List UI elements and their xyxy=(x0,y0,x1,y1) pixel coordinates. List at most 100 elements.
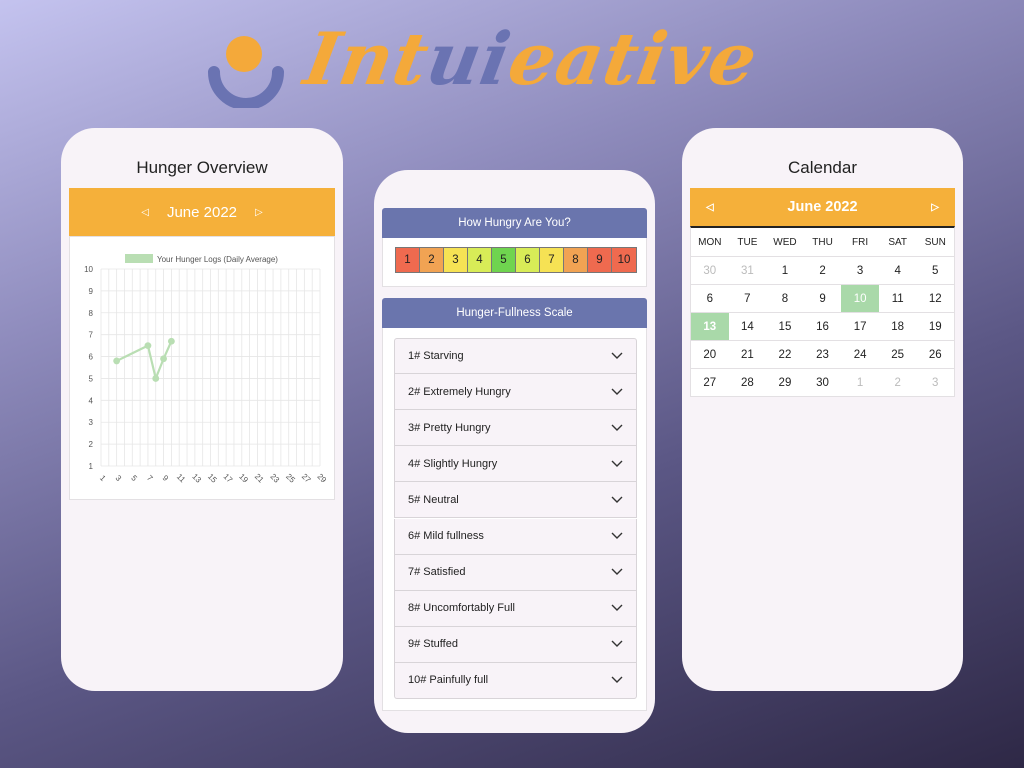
y-tick-label: 5 xyxy=(89,374,94,383)
hunger-rating-option[interactable]: 3 xyxy=(444,248,468,272)
calendar-day[interactable]: 5 xyxy=(916,257,954,284)
hunger-rating-option[interactable]: 1 xyxy=(396,248,420,272)
calendar-day[interactable]: 20 xyxy=(691,341,729,368)
calendar-day[interactable]: 22 xyxy=(766,341,804,368)
fullness-scale-item[interactable]: 8# Uncomfortably Full xyxy=(394,590,637,627)
chevron-right-icon[interactable]: ▷ xyxy=(255,207,263,218)
y-tick-label: 9 xyxy=(89,287,94,296)
calendar-day[interactable]: 12 xyxy=(916,285,954,312)
calendar-day[interactable]: 15 xyxy=(766,313,804,340)
y-tick-label: 10 xyxy=(84,265,93,274)
calendar-day[interactable]: 3 xyxy=(841,257,879,284)
calendar-day[interactable]: 29 xyxy=(766,369,804,396)
calendar-day[interactable]: 26 xyxy=(916,341,954,368)
hunger-rating-option[interactable]: 6 xyxy=(516,248,540,272)
fullness-scale-item[interactable]: 7# Satisfied xyxy=(394,554,637,591)
calendar-day[interactable]: 2 xyxy=(879,369,917,396)
calendar-day[interactable]: 31 xyxy=(729,257,767,284)
calendar-day[interactable]: 2 xyxy=(804,257,842,284)
x-tick-label: 9 xyxy=(161,473,171,483)
calendar-day[interactable]: 4 xyxy=(879,257,917,284)
fullness-scale-item-label: 3# Pretty Hungry xyxy=(408,421,491,434)
calendar-day[interactable]: 1 xyxy=(841,369,879,396)
calendar-day[interactable]: 18 xyxy=(879,313,917,340)
legend-swatch xyxy=(125,254,153,263)
fullness-scale-item[interactable]: 9# Stuffed xyxy=(394,626,637,663)
fullness-scale-item[interactable]: 5# Neutral xyxy=(394,482,637,519)
fullness-scale-item[interactable]: 1# Starving xyxy=(394,338,637,374)
calendar-day-logged[interactable]: 10 xyxy=(841,285,879,312)
calendar-day[interactable]: 24 xyxy=(841,341,879,368)
calendar-day[interactable]: 30 xyxy=(804,369,842,396)
y-tick-label: 7 xyxy=(89,331,94,340)
fullness-scale-item[interactable]: 2# Extremely Hungry xyxy=(394,374,637,411)
fullness-scale-item-label: 4# Slightly Hungry xyxy=(408,457,498,470)
calendar-day[interactable]: 25 xyxy=(879,341,917,368)
hunger-rating-option[interactable]: 5 xyxy=(492,248,516,272)
y-tick-label: 1 xyxy=(89,462,94,471)
hunger-line-chart: Your Hunger Logs (Daily Average)12345678… xyxy=(84,254,328,485)
weekday-header-row: MON TUE WED THU FRI SAT SUN xyxy=(691,228,954,256)
fullness-scale-item-label: 2# Extremely Hungry xyxy=(408,385,511,398)
hunger-rating-panel: 1 2 3 4 5 6 7 8 9 10 xyxy=(382,238,647,287)
hunger-chart-card: Your Hunger Logs (Daily Average) 1 2 3 4 5 6 7 8… xyxy=(69,236,335,500)
weekday-label: THU xyxy=(812,236,833,248)
hunger-overview-screen: Hunger Overview ◁ June 2022 ▷ Your Hunge… xyxy=(61,128,343,691)
calendar-day[interactable]: 16 xyxy=(804,313,842,340)
data-point xyxy=(160,355,167,363)
chevron-left-icon[interactable]: ◁ xyxy=(706,202,714,213)
fullness-scale-item[interactable]: 4# Slightly Hungry xyxy=(394,446,637,483)
fullness-scale-item-label: 5# Neutral xyxy=(408,493,459,506)
hunger-rating-option[interactable]: 9 xyxy=(588,248,612,272)
fullness-scale-panel: 1# Starving 2# Extremely Hungry 3# Pretty … xyxy=(382,328,647,711)
fullness-scale-item-label: 6# Mild fullness xyxy=(408,530,484,542)
calendar-day-logged[interactable]: 13 xyxy=(691,313,729,340)
hunger-rating-option[interactable]: 7 xyxy=(540,248,564,272)
chevron-down-icon xyxy=(611,640,623,648)
x-tick-label: 13 xyxy=(190,472,203,485)
fullness-scale-item-label: 8# Uncomfortably Full xyxy=(408,602,515,615)
hunger-rating-option[interactable]: 8 xyxy=(564,248,588,272)
weekday-label: TUE xyxy=(737,236,758,248)
chevron-right-icon[interactable]: ▷ xyxy=(931,202,939,213)
chevron-down-icon xyxy=(611,388,623,395)
calendar-day[interactable]: 9 xyxy=(804,285,842,312)
x-tick-label: 21 xyxy=(253,472,266,485)
calendar-day[interactable]: 21 xyxy=(729,341,767,368)
y-tick-label: 3 xyxy=(89,418,94,427)
calendar-day[interactable]: 3 xyxy=(916,369,954,396)
chevron-down-icon xyxy=(611,496,623,503)
fullness-scale-item-label: 7# Satisfied xyxy=(408,566,466,579)
month-label: June 2022 xyxy=(166,203,238,221)
x-tick-label: 29 xyxy=(315,472,328,485)
hunger-rating-option[interactable]: 10 xyxy=(612,248,636,272)
fullness-scale-item[interactable]: 6# Mild fullness xyxy=(394,518,637,555)
chevron-down-icon xyxy=(611,532,623,539)
calendar-day[interactable]: 6 xyxy=(691,285,729,312)
hunger-rating-option[interactable]: 4 xyxy=(468,248,492,272)
x-tick-label: 27 xyxy=(300,472,313,485)
legend-label: Your Hunger Logs (Daily Average) xyxy=(157,255,278,264)
x-tick-label: 23 xyxy=(269,472,282,485)
x-tick-label: 1 xyxy=(98,473,108,483)
chevron-down-icon xyxy=(611,460,623,467)
chevron-left-icon[interactable]: ◁ xyxy=(141,207,149,218)
x-tick-label: 7 xyxy=(145,473,155,483)
calendar-day[interactable]: 17 xyxy=(841,313,879,340)
calendar-day[interactable]: 28 xyxy=(729,369,767,396)
calendar-day[interactable]: 23 xyxy=(804,341,842,368)
hunger-rating-option[interactable]: 2 xyxy=(420,248,444,272)
calendar-day[interactable]: 7 xyxy=(729,285,767,312)
calendar-day[interactable]: 27 xyxy=(691,369,729,396)
weekday-label: SAT xyxy=(888,236,908,248)
calendar-day[interactable]: 19 xyxy=(916,313,954,340)
fullness-scale-item[interactable]: 10# Painfully full xyxy=(394,662,637,699)
fullness-scale-item[interactable]: 3# Pretty Hungry xyxy=(394,410,637,447)
calendar-day[interactable]: 30 xyxy=(691,257,729,284)
calendar-day[interactable]: 14 xyxy=(729,313,767,340)
calendar-day[interactable]: 1 xyxy=(766,257,804,284)
calendar-day[interactable]: 11 xyxy=(879,285,917,312)
calendar-day[interactable]: 8 xyxy=(766,285,804,312)
x-tick-label: 15 xyxy=(206,472,219,485)
calendar-week-row: 6 7 8 9 10 11 12 xyxy=(691,284,954,312)
